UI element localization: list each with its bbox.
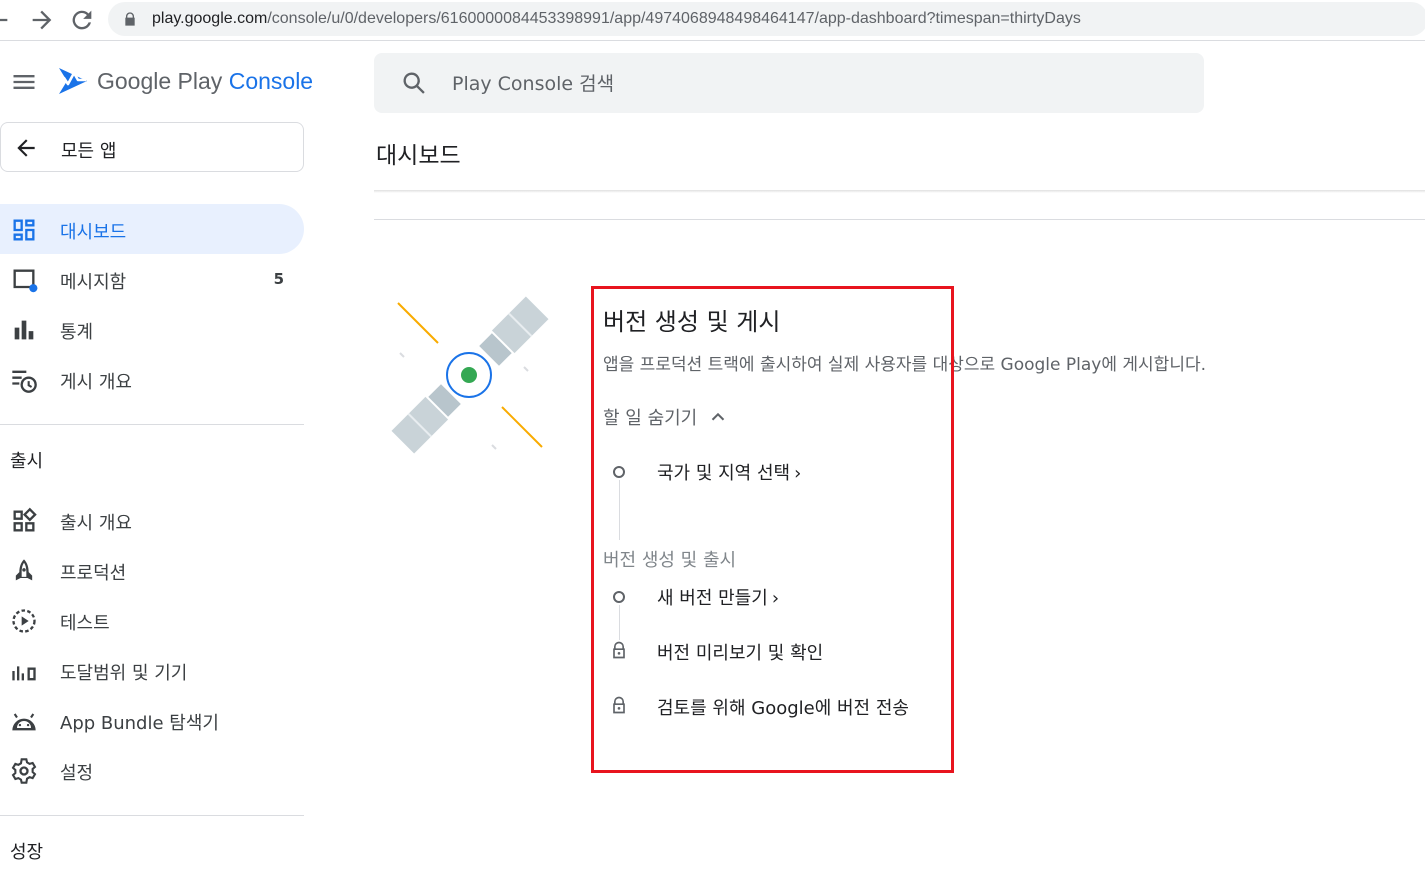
send-for-review-task: 검토를 위해 Google에 버전 전송 (657, 698, 909, 719)
bar-chart-icon (10, 316, 38, 344)
android-icon (10, 707, 38, 735)
search-bar[interactable] (374, 53, 1204, 113)
card-title: 버전 생성 및 게시 (603, 308, 781, 336)
lock-icon[interactable] (122, 11, 138, 27)
preview-release-task: 버전 미리보기 및 확인 (657, 643, 824, 664)
arrow-back-icon (13, 135, 39, 161)
task-label: 국가 및 지역 선택 (657, 463, 791, 484)
gear-icon (10, 757, 38, 785)
sidebar-item-app-bundle-explorer[interactable]: App Bundle 탐색기 (0, 695, 304, 745)
hide-todo-label: 할 일 숨기기 (603, 408, 698, 429)
chevron-up-icon (707, 406, 729, 428)
sidebar-item-settings[interactable]: 설정 (0, 745, 304, 795)
release-subsection-heading: 버전 생성 및 출시 (603, 550, 737, 571)
brand-google-play: Google Play (97, 68, 223, 94)
satellite-illustration (380, 285, 560, 465)
header-divider (374, 190, 1425, 193)
sidebar-item-label: 프로덕션 (60, 563, 127, 584)
sidebar-item-label: App Bundle 탐색기 (60, 713, 219, 734)
inbox-icon (10, 266, 38, 294)
play-console-logo-icon[interactable] (56, 64, 90, 98)
sidebar-item-label: 도달범위 및 기기 (60, 663, 188, 684)
sidebar-item-label: 출시 개요 (60, 513, 132, 534)
section-release-heading: 출시 (10, 451, 44, 472)
select-countries-link[interactable]: 국가 및 지역 선택 › (657, 459, 801, 485)
search-icon (400, 69, 428, 97)
browser-toolbar: play.google.com/console/u/0/developers/6… (0, 0, 1425, 41)
rocket-icon (10, 557, 38, 585)
sidebar-item-reach-devices[interactable]: 도달범위 및 기기 (0, 645, 304, 695)
sidebar-item-label: 게시 개요 (60, 372, 132, 393)
sidebar-item-dashboard[interactable]: 대시보드 (0, 204, 304, 254)
menu-icon[interactable] (10, 68, 38, 96)
sidebar-item-label: 대시보드 (60, 222, 127, 243)
sidebar-item-label: 설정 (60, 763, 94, 784)
sidebar-item-production[interactable]: 프로덕션 (0, 545, 304, 595)
inbox-count-badge: 5 (273, 270, 284, 288)
pending-step-icon (613, 466, 625, 478)
search-input[interactable] (450, 69, 1154, 99)
dashboard-icon (10, 216, 38, 244)
chevron-right-icon: › (794, 463, 802, 484)
brand-console: Console (228, 68, 314, 94)
reload-icon[interactable] (68, 6, 96, 34)
pending-step-icon (613, 591, 625, 603)
forward-icon[interactable] (28, 6, 56, 34)
timeline-connector (619, 480, 620, 540)
sidebar-divider (0, 424, 304, 425)
url-host: play.google.com (152, 10, 268, 27)
back-icon[interactable] (0, 6, 12, 34)
sidebar-item-label: 테스트 (60, 613, 110, 634)
sidebar-item-testing[interactable]: 테스트 (0, 595, 304, 645)
section-grow-heading: 성장 (10, 842, 44, 863)
task-label: 새 버전 만들기 (657, 588, 768, 609)
create-new-release-link[interactable]: 새 버전 만들기 › (657, 584, 779, 610)
address-bar[interactable]: play.google.com/console/u/0/developers/6… (108, 2, 1425, 36)
card-description: 앱을 프로덕션 트랙에 출시하여 실제 사용자를 대상으로 Google Pla… (603, 355, 1206, 375)
sidebar-item-publishing-overview[interactable]: 게시 개요 (0, 354, 304, 404)
reach-devices-icon (10, 657, 38, 685)
release-overview-icon (10, 507, 38, 535)
hide-todo-toggle[interactable]: 할 일 숨기기 (603, 404, 729, 430)
chevron-right-icon: › (771, 588, 780, 609)
sidebar-divider (0, 815, 304, 816)
page-title: 대시보드 (376, 143, 461, 169)
timeline-connector (619, 605, 620, 640)
url-text[interactable]: play.google.com/console/u/0/developers/6… (152, 10, 1081, 28)
url-path: /console/u/0/developers/6160000084453398… (267, 10, 1081, 27)
sidebar-item-statistics[interactable]: 통계 (0, 304, 304, 354)
brand-name[interactable]: Google Play Console (97, 68, 313, 95)
content-divider (374, 219, 1425, 220)
sidebar-item-inbox[interactable]: 메시지함 5 (0, 254, 304, 304)
sidebar-item-release-overview[interactable]: 출시 개요 (0, 495, 304, 545)
all-apps-button[interactable]: 모든 앱 (0, 122, 304, 172)
testing-icon (10, 607, 38, 635)
publishing-overview-icon (10, 366, 38, 394)
sidebar-item-label: 통계 (60, 322, 94, 343)
lock-icon (609, 695, 629, 715)
all-apps-label: 모든 앱 (61, 141, 117, 162)
sidebar-item-label: 메시지함 (60, 272, 127, 293)
lock-icon (609, 640, 629, 660)
